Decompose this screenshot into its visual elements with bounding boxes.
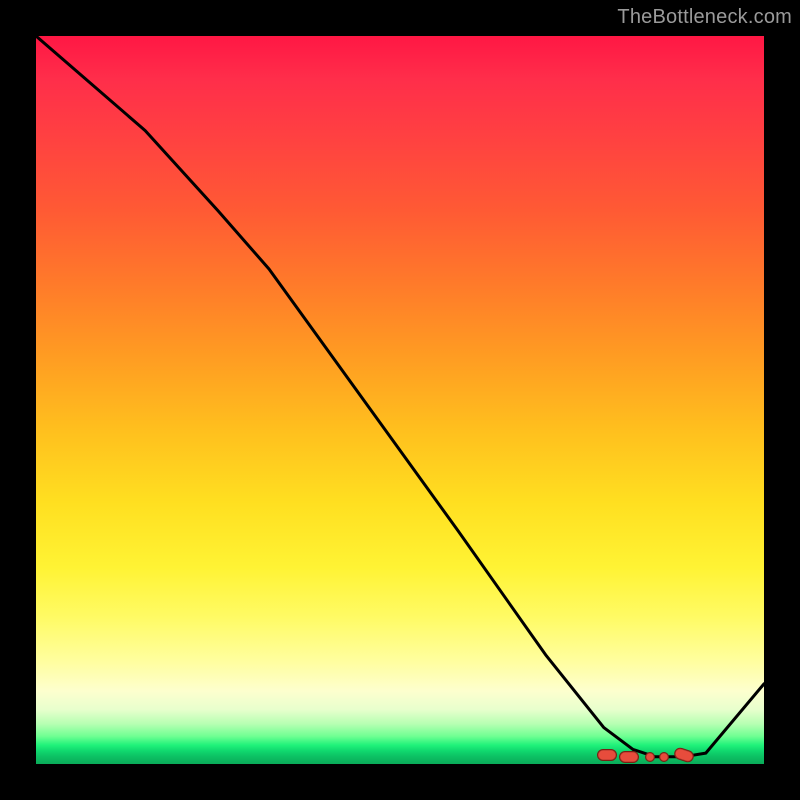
watermark-text: TheBottleneck.com <box>617 6 792 29</box>
chart-frame: TheBottleneck.com <box>0 0 800 800</box>
plot-area <box>36 36 764 764</box>
line-layer <box>36 36 764 764</box>
optimal-marker <box>659 752 669 762</box>
optimal-marker <box>645 752 655 762</box>
optimal-marker <box>597 749 617 761</box>
bottleneck-curve-line <box>36 36 764 757</box>
optimal-marker <box>619 751 639 763</box>
